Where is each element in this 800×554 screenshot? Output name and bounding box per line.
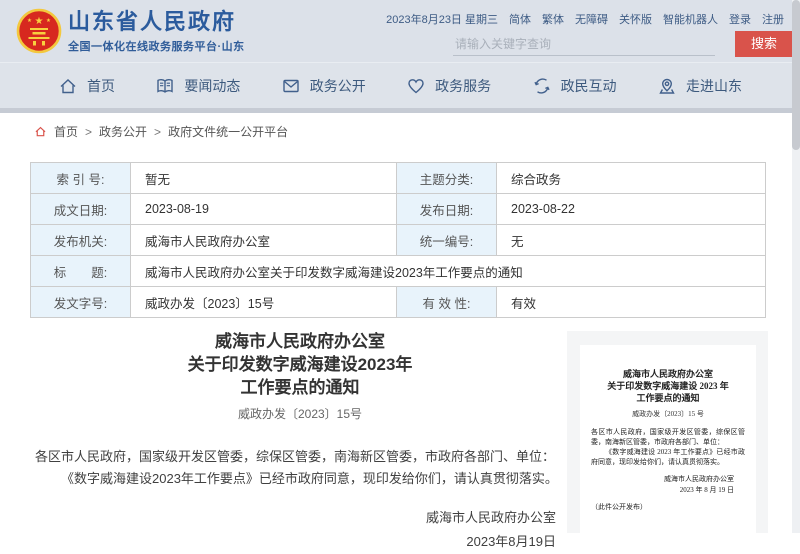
table-row: 索 引 号: 暂无 主题分类: 综合政务	[31, 163, 766, 194]
svg-text:★: ★	[27, 18, 32, 24]
link-login[interactable]: 登录	[729, 11, 751, 27]
search-button[interactable]: 搜索	[735, 31, 793, 57]
site-logo[interactable]: ★ ★ ★ 山东省人民政府 全国一体化在线政务服务平台·山东	[16, 8, 245, 54]
current-date: 2023年8月23日 星期三	[386, 11, 498, 27]
table-row: 标 题: 威海市人民政府办公室关于印发数字威海建设2023年工作要点的通知	[31, 256, 766, 287]
meta-index-label: 索 引 号:	[31, 163, 131, 194]
link-senior-mode[interactable]: 关怀版	[619, 11, 652, 27]
meta-index-value: 暂无	[131, 163, 397, 194]
heart-icon	[406, 76, 426, 96]
meta-validity-value: 有效	[497, 287, 766, 318]
document-number: 威政办发〔2023〕15号	[30, 405, 570, 422]
book-icon	[155, 76, 175, 96]
link-accessibility[interactable]: 无障碍	[575, 11, 608, 27]
table-row: 成文日期: 2023-08-19 发布日期: 2023-08-22	[31, 194, 766, 225]
meta-title-value: 威海市人民政府办公室关于印发数字威海建设2023年工作要点的通知	[131, 256, 766, 287]
svg-text:★: ★	[35, 16, 44, 27]
meta-doc-no-value: 威政办发〔2023〕15号	[131, 287, 397, 318]
nav-label: 政民互动	[561, 76, 617, 96]
document-title: 威海市人民政府办公室 关于印发数字威海建设2023年 工作要点的通知	[30, 330, 570, 399]
meta-validity-label: 有 效 性:	[397, 287, 497, 318]
document-title-line: 工作要点的通知	[30, 376, 570, 399]
pdf-preview-page: 威海市人民政府办公室 关于印发数字威海建设 2023 年 工作要点的通知 威政办…	[580, 345, 756, 533]
preview-footnote: （此件公开发布）	[591, 502, 756, 512]
meta-agency-value: 威海市人民政府办公室	[131, 225, 397, 256]
nav-label: 政务服务	[435, 76, 491, 96]
nav-item-services[interactable]: 政务服务	[406, 76, 491, 96]
envelope-icon	[281, 76, 301, 96]
preview-title-line: 工作要点的通知	[580, 392, 756, 404]
meta-code-label: 统一编号:	[397, 225, 497, 256]
meta-write-date-label: 成文日期:	[31, 194, 131, 225]
meta-publish-date-value: 2023-08-22	[497, 194, 766, 225]
link-register[interactable]: 注册	[762, 11, 784, 27]
page-scrollbar-track[interactable]	[792, 0, 800, 533]
map-pin-icon	[657, 76, 677, 96]
main-nav: 首页 要闻动态 政务公开 政务服务 政民互动 走进山东	[0, 62, 800, 108]
document-sign-date: 2023年8月19日	[30, 530, 556, 554]
table-row: 发文字号: 威政办发〔2023〕15号 有 效 性: 有效	[31, 287, 766, 318]
breadcrumb: 首页 > 政务公开 > 政府文件统一公开平台	[34, 123, 288, 140]
preview-sign-date: 2023 年 8 月 19 日	[580, 485, 734, 496]
header-utility-bar: 2023年8月23日 星期三 简体 繁体 无障碍 关怀版 智能机器人 登录 注册	[386, 11, 784, 27]
search-input[interactable]	[453, 33, 719, 55]
document-title-line: 威海市人民政府办公室	[30, 330, 570, 353]
svg-text:★: ★	[46, 18, 51, 24]
document-signature: 威海市人民政府办公室 2023年8月19日	[30, 506, 570, 554]
meta-category-value: 综合政务	[497, 163, 766, 194]
preview-title: 威海市人民政府办公室 关于印发数字威海建设 2023 年 工作要点的通知	[580, 368, 756, 404]
meta-write-date-value: 2023-08-19	[131, 194, 397, 225]
nav-label: 要闻动态	[184, 76, 240, 96]
home-icon	[58, 76, 78, 96]
document-title-line: 关于印发数字威海建设2023年	[30, 353, 570, 376]
preview-doc-number: 威政办发〔2023〕15 号	[580, 409, 756, 419]
document-meta-table: 索 引 号: 暂无 主题分类: 综合政务 成文日期: 2023-08-19 发布…	[30, 162, 766, 318]
nav-item-news[interactable]: 要闻动态	[155, 76, 240, 96]
meta-category-label: 主题分类:	[397, 163, 497, 194]
breadcrumb-disclosure[interactable]: 政务公开	[99, 123, 147, 140]
site-title: 山东省人民政府	[68, 9, 245, 35]
nav-label: 首页	[87, 76, 115, 96]
preview-body: 各区市人民政府，国家级开发区管委，综保区管委，南海新区管委，市政府各部门、单位：…	[591, 427, 745, 467]
preview-salutation: 各区市人民政府，国家级开发区管委，综保区管委，南海新区管委，市政府各部门、单位：	[591, 427, 745, 447]
document-signer: 威海市人民政府办公室	[30, 506, 556, 530]
preview-title-line: 关于印发数字威海建设 2023 年	[580, 380, 756, 392]
table-row: 发布机关: 威海市人民政府办公室 统一编号: 无	[31, 225, 766, 256]
breadcrumb-separator: >	[154, 125, 161, 139]
breadcrumb-separator: >	[85, 125, 92, 139]
nav-label: 走进山东	[686, 76, 742, 96]
document-salutation: 各区市人民政府，国家级开发区管委，综保区管委，南海新区管委，市政府各部门、单位：	[35, 446, 570, 468]
exchange-icon	[532, 76, 552, 96]
pdf-preview-thumbnail[interactable]: 威海市人民政府办公室 关于印发数字威海建设 2023 年 工作要点的通知 威政办…	[567, 331, 768, 533]
meta-doc-no-label: 发文字号:	[31, 287, 131, 318]
link-simplified[interactable]: 简体	[509, 11, 531, 27]
nav-item-interaction[interactable]: 政民互动	[532, 76, 617, 96]
meta-publish-date-label: 发布日期:	[397, 194, 497, 225]
meta-code-value: 无	[497, 225, 766, 256]
preview-signature: 威海市人民政府办公室 2023 年 8 月 19 日	[580, 474, 734, 496]
nav-label: 政务公开	[310, 76, 366, 96]
nav-item-about[interactable]: 走进山东	[657, 76, 742, 96]
home-icon	[34, 125, 47, 138]
search-box	[453, 33, 715, 56]
nav-item-home[interactable]: 首页	[58, 76, 115, 96]
document-paragraph: 《数字威海建设2023年工作要点》已经市政府同意，现印发给你们，请认真贯彻落实。	[35, 468, 570, 490]
breadcrumb-current[interactable]: 政府文件统一公开平台	[168, 123, 288, 140]
preview-paragraph: 《数字威海建设 2023 年工作要点》已经市政府同意，现印发给你们，请认真贯彻落…	[591, 447, 745, 467]
link-chatbot[interactable]: 智能机器人	[663, 11, 718, 27]
nav-item-disclosure[interactable]: 政务公开	[281, 76, 366, 96]
page-scrollbar-thumb[interactable]	[792, 0, 800, 150]
national-emblem-icon: ★ ★ ★	[16, 8, 62, 54]
document-body: 各区市人民政府，国家级开发区管委，综保区管委，南海新区管委，市政府各部门、单位：…	[30, 446, 570, 490]
preview-title-line: 威海市人民政府办公室	[580, 368, 756, 380]
site-subtitle: 全国一体化在线政务服务平台·山东	[68, 38, 245, 54]
link-traditional[interactable]: 繁体	[542, 11, 564, 27]
preview-signer: 威海市人民政府办公室	[580, 474, 734, 485]
nav-shadow	[0, 108, 800, 113]
document-content: 威海市人民政府办公室 关于印发数字威海建设2023年 工作要点的通知 威政办发〔…	[30, 330, 570, 554]
meta-agency-label: 发布机关:	[31, 225, 131, 256]
meta-title-label: 标 题:	[31, 256, 131, 287]
breadcrumb-home[interactable]: 首页	[54, 123, 78, 140]
site-header: ★ ★ ★ 山东省人民政府 全国一体化在线政务服务平台·山东 2023年8月23…	[0, 0, 800, 62]
